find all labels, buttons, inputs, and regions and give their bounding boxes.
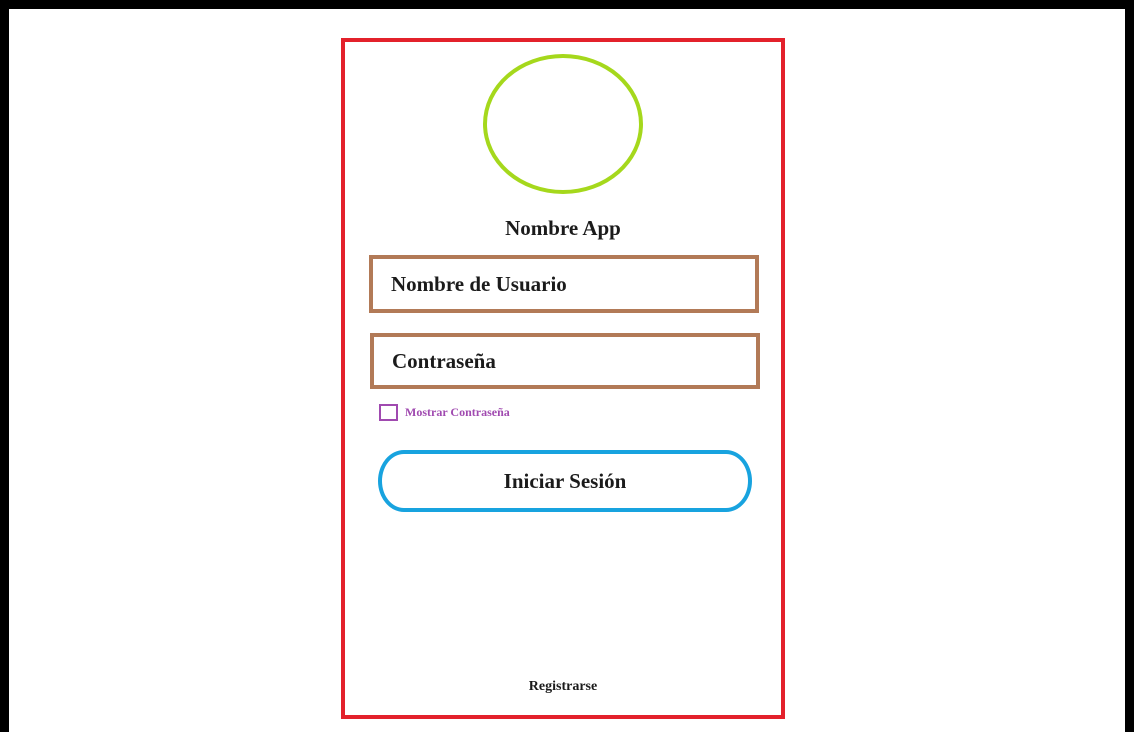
register-link[interactable]: Registrarse xyxy=(345,679,781,695)
password-field-text: Contraseña xyxy=(392,348,496,373)
login-button-label: Iniciar Sesión xyxy=(503,468,627,493)
phone-screen: Nombre App Nombre de Usuario Contraseña … xyxy=(341,38,785,719)
show-password-option[interactable]: Mostrar Contraseña xyxy=(379,404,510,421)
username-field[interactable]: Nombre de Usuario xyxy=(369,255,759,313)
password-field[interactable]: Contraseña xyxy=(370,333,760,389)
login-button[interactable]: Iniciar Sesión xyxy=(378,450,752,512)
username-field-text: Nombre de Usuario xyxy=(391,271,567,296)
logo-placeholder-icon xyxy=(483,54,643,194)
show-password-label: Mostrar Contraseña xyxy=(405,405,510,419)
app-name: Nombre App xyxy=(505,216,621,240)
checkbox-unchecked-icon[interactable] xyxy=(379,404,398,421)
